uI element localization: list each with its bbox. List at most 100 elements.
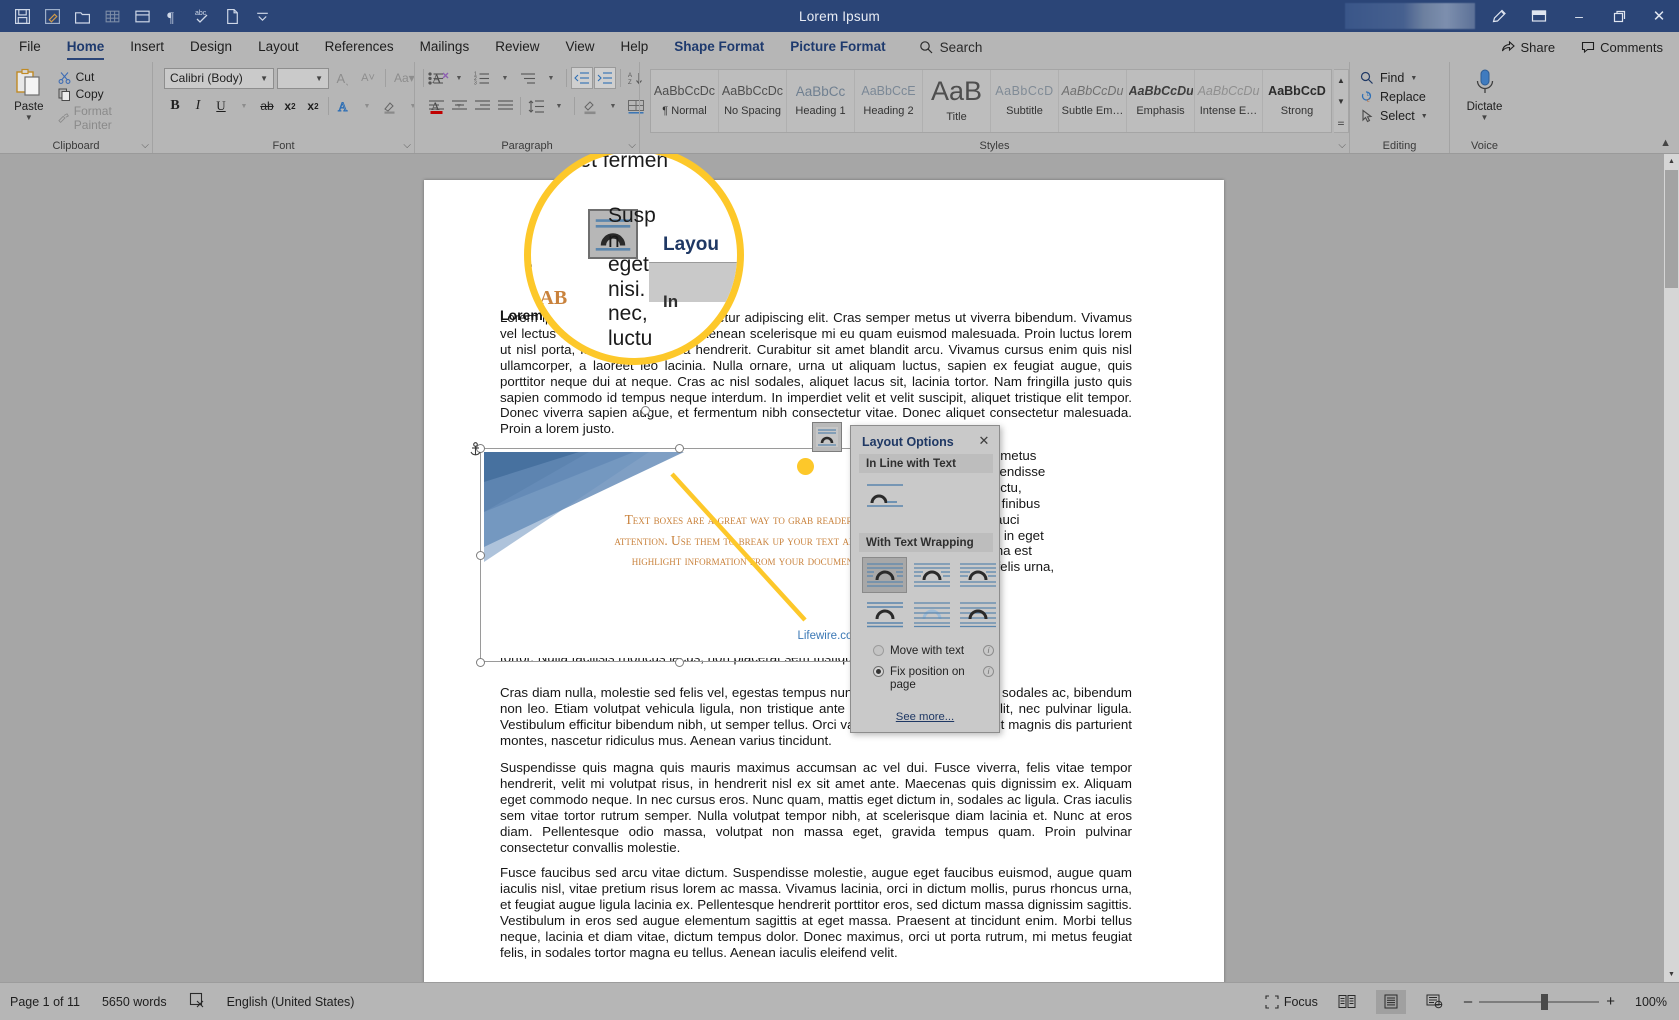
italic-button[interactable]: I (187, 95, 209, 117)
save-icon[interactable] (8, 3, 36, 29)
wrap-mode-top-and-bottom[interactable] (862, 596, 907, 632)
open-folder-icon[interactable] (68, 3, 96, 29)
style-subtle-emphasis[interactable]: AaBbCcDu Subtle Em… (1059, 70, 1127, 132)
shrink-font-button[interactable]: A˅ (357, 67, 379, 89)
print-layout-button[interactable] (1375, 989, 1406, 1014)
text-effects-button[interactable]: A (333, 95, 355, 117)
styles-scroll-down[interactable]: ▼ (1334, 91, 1348, 111)
page-indicator[interactable]: Page 1 of 11 (10, 995, 80, 1009)
multilevel-list-button[interactable] (517, 67, 539, 89)
zoom-in-button[interactable]: + (1606, 993, 1615, 1010)
rotation-handle[interactable] (641, 406, 650, 415)
align-center-button[interactable] (448, 95, 470, 117)
table-icon[interactable] (98, 3, 126, 29)
wrap-mode-behind-text[interactable] (909, 596, 954, 632)
numbering-dropdown[interactable]: ▼ (494, 67, 516, 89)
underline-dropdown[interactable]: ▼ (233, 95, 255, 117)
spelling-check-icon[interactable]: abc (188, 3, 216, 29)
numbering-button[interactable]: 1 2 3 (471, 67, 493, 89)
resize-handle-top-center[interactable] (675, 444, 684, 453)
scroll-down-arrow[interactable]: ▼ (1664, 967, 1679, 982)
tab-file[interactable]: File (6, 35, 54, 59)
style-subtitle[interactable]: AaBbCcD Subtitle (991, 70, 1059, 132)
replace-button[interactable]: b c Replace (1356, 89, 1432, 105)
close-icon[interactable]: ✕ (975, 432, 993, 450)
select-button[interactable]: Select ▼ (1356, 108, 1432, 124)
styles-dialog-launcher[interactable]: ⌵ (1338, 140, 1346, 151)
move-with-text-info-icon[interactable]: i (983, 645, 994, 656)
shading-button[interactable] (579, 95, 601, 117)
style-normal[interactable]: AaBbCcDc ¶ Normal (651, 70, 719, 132)
style-heading-2[interactable]: AaBbCcE Heading 2 (855, 70, 923, 132)
print-layout-icon[interactable] (128, 3, 156, 29)
read-mode-button[interactable] (1332, 990, 1362, 1014)
dictate-button[interactable]: Dictate ▼ (1459, 67, 1511, 122)
zoom-slider[interactable]: – + (1464, 993, 1615, 1010)
resize-handle-bottom-center[interactable] (675, 658, 684, 667)
paste-button[interactable]: Paste ▼ (6, 67, 52, 122)
scrollbar-thumb[interactable] (1665, 170, 1678, 288)
wrap-mode-tight[interactable] (909, 557, 954, 593)
see-more-link[interactable]: See more... (851, 711, 999, 723)
wrap-mode-in-line-with-text[interactable] (863, 478, 907, 512)
web-layout-button[interactable] (1420, 990, 1450, 1014)
clipboard-dialog-launcher[interactable]: ⌵ (141, 140, 149, 151)
tab-shape-format[interactable]: Shape Format (661, 35, 777, 59)
copy-button[interactable]: Copy (54, 86, 146, 102)
tab-insert[interactable]: Insert (117, 35, 177, 59)
minimize-button[interactable]: – (1559, 0, 1599, 32)
proofing-errors-icon[interactable] (189, 992, 205, 1011)
cut-button[interactable]: Cut (54, 69, 146, 85)
font-size-combo[interactable]: ▼ (277, 67, 329, 89)
share-button[interactable]: Share (1493, 37, 1563, 58)
tab-picture-format[interactable]: Picture Format (777, 35, 898, 59)
superscript-button[interactable]: x2 (302, 95, 324, 117)
styles-more[interactable]: ⚌ (1334, 112, 1348, 132)
tab-references[interactable]: References (312, 35, 407, 59)
wrap-mode-in-front-of-text[interactable] (955, 596, 1000, 632)
fix-position-radio[interactable]: Fix position on page (873, 665, 983, 691)
format-painter-button[interactable]: Format Painter (54, 103, 146, 133)
font-dialog-launcher[interactable]: ⌵ (403, 140, 411, 151)
style-intense-emphasis[interactable]: AaBbCcDu Intense E… (1195, 70, 1263, 132)
resize-handle-middle-left[interactable] (476, 551, 485, 560)
tab-review[interactable]: Review (482, 35, 552, 59)
style-strong[interactable]: AaBbCcD Strong (1263, 70, 1331, 132)
layout-options-button[interactable] (812, 422, 842, 452)
wrap-mode-square[interactable] (862, 557, 907, 593)
word-count[interactable]: 5650 words (102, 995, 167, 1009)
layout-options-panel[interactable]: Layout Options ✕ In Line with Text With … (850, 425, 1000, 733)
styles-gallery[interactable]: AaBbCcDc ¶ Normal AaBbCcDc No Spacing Aa… (650, 69, 1332, 133)
text-effects-dropdown[interactable]: ▼ (356, 95, 378, 117)
ribbon-display-options-icon[interactable] (1519, 0, 1559, 32)
tab-layout[interactable]: Layout (245, 35, 312, 59)
style-emphasis[interactable]: AaBbCcDu Emphasis (1127, 70, 1195, 132)
align-right-button[interactable] (471, 95, 493, 117)
resize-handle-bottom-left[interactable] (476, 658, 485, 667)
document-canvas[interactable]: Lorem Ipsum Lorem ipsum dolor sit amet, … (0, 154, 1679, 982)
style-no-spacing[interactable]: AaBbCcDc No Spacing (719, 70, 787, 132)
paragraph-marks-icon[interactable]: ¶ (158, 3, 186, 29)
customize-qat-icon[interactable] (248, 3, 276, 29)
bullets-dropdown[interactable]: ▼ (448, 67, 470, 89)
collapse-ribbon-button[interactable]: ▲ (1660, 137, 1671, 149)
style-heading-1[interactable]: AaBbCс Heading 1 (787, 70, 855, 132)
tab-mailings[interactable]: Mailings (407, 35, 483, 59)
shading-dropdown[interactable]: ▼ (602, 95, 624, 117)
tab-view[interactable]: View (552, 35, 607, 59)
new-document-icon[interactable] (218, 3, 246, 29)
pen-icon[interactable] (1479, 0, 1519, 32)
bullets-button[interactable] (425, 67, 447, 89)
zoom-thumb[interactable] (1541, 993, 1549, 1010)
tab-home[interactable]: Home (54, 35, 118, 60)
search-input[interactable]: Search (919, 40, 982, 55)
underline-button[interactable]: U (210, 95, 232, 117)
justify-button[interactable] (494, 95, 516, 117)
strikethrough-button[interactable]: ab (256, 95, 278, 117)
decrease-indent-button[interactable] (571, 67, 593, 89)
highlight-color-button[interactable] (379, 95, 401, 117)
comments-button[interactable]: Comments (1573, 37, 1671, 58)
fix-position-info-icon[interactable]: i (983, 666, 994, 677)
change-case-button[interactable]: Aa▾ (392, 67, 417, 89)
subscript-button[interactable]: x2 (279, 95, 301, 117)
